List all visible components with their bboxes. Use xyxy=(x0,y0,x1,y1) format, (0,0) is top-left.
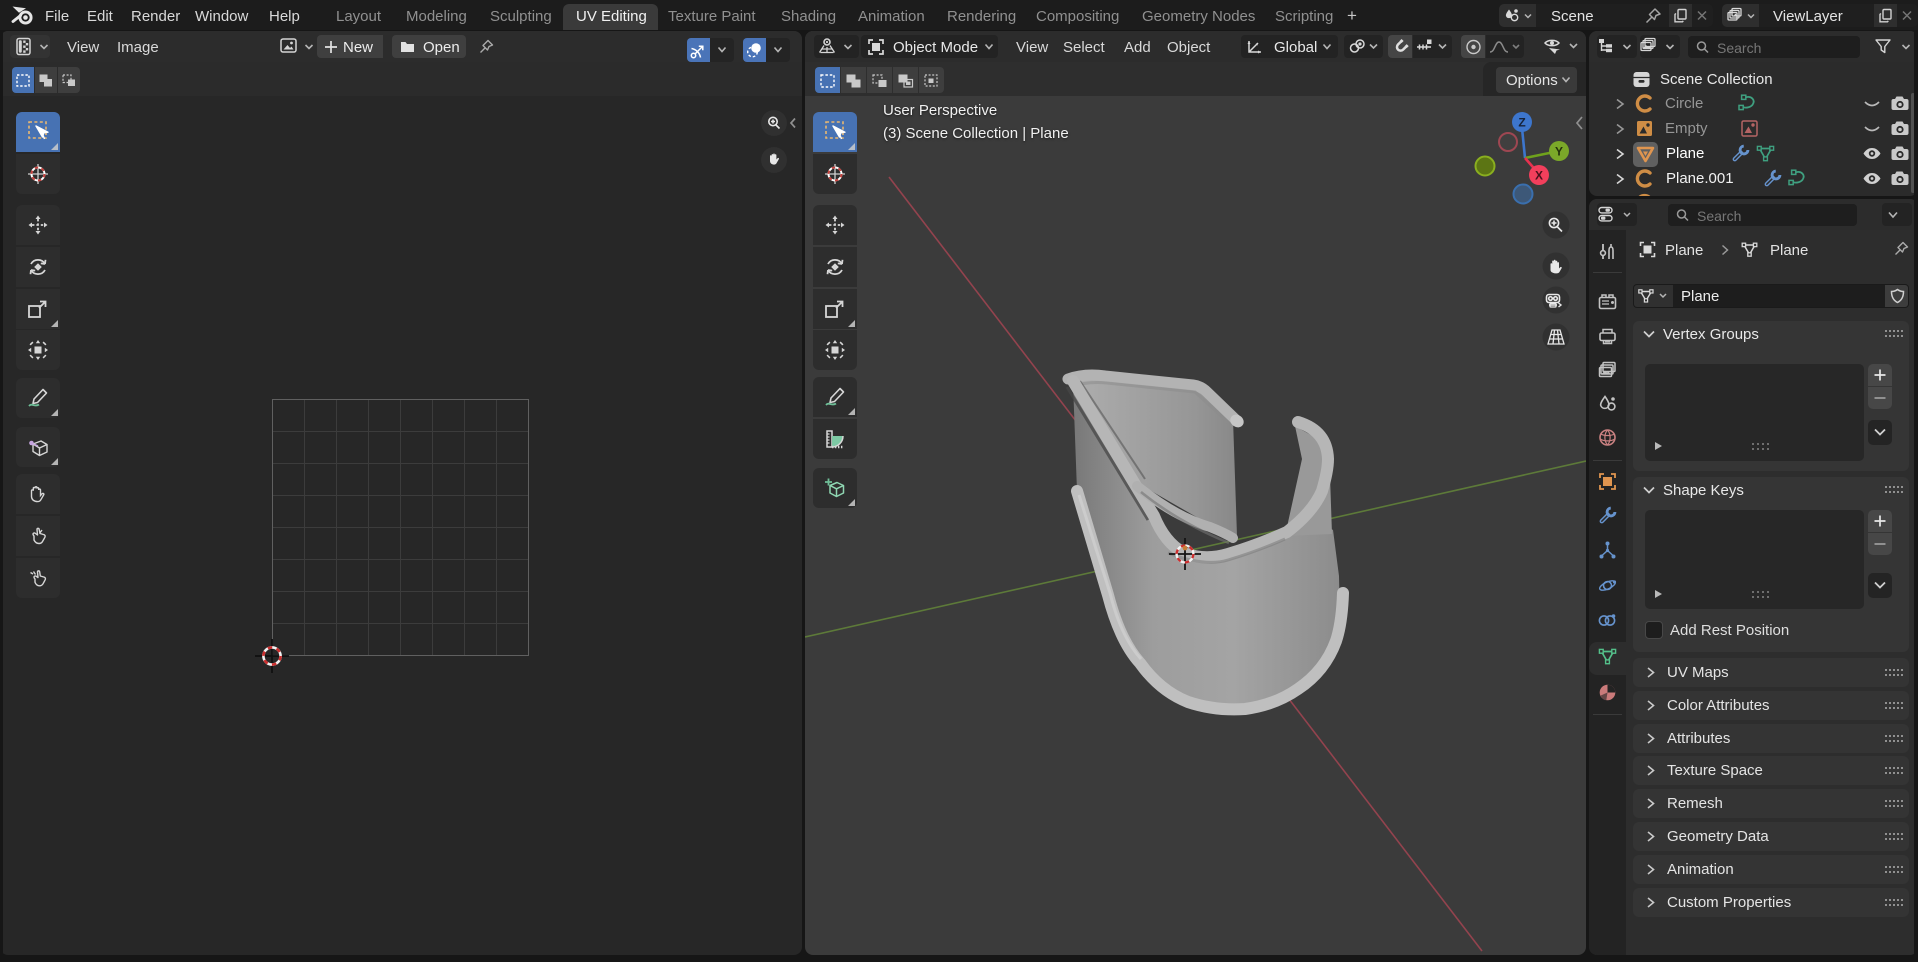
svg-text:X: X xyxy=(1535,169,1543,183)
svg-text:Y: Y xyxy=(1555,145,1563,159)
svg-text:Z: Z xyxy=(1518,116,1525,130)
